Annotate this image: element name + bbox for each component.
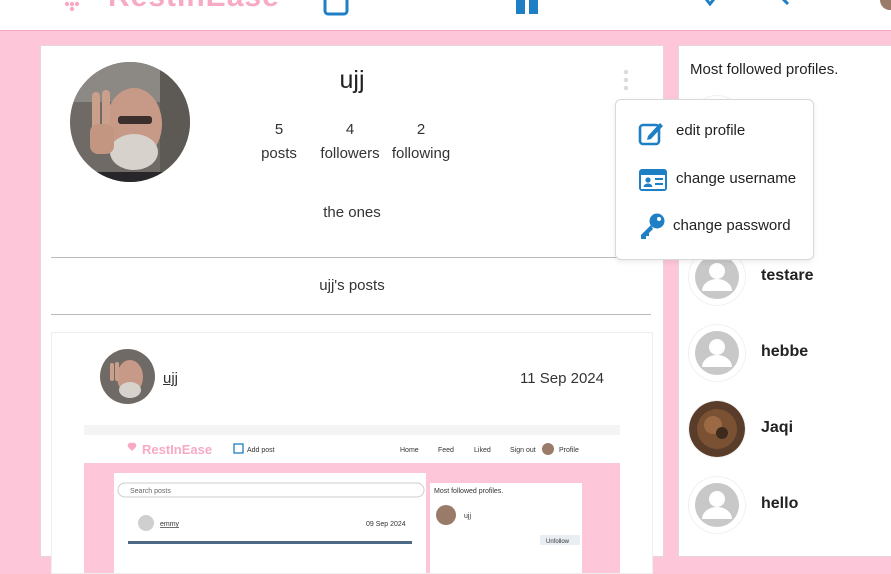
- menu-item-label: edit profile: [676, 122, 746, 139]
- shot-search: Search posts: [130, 488, 171, 495]
- post-card[interactable]: ujj 11 Sep 2024 RestInEase Add post Home…: [51, 332, 653, 574]
- key-icon: [641, 213, 665, 239]
- posts-heading: ujj's posts: [319, 277, 385, 294]
- shot-nav-profile: Profile: [559, 447, 579, 454]
- profile-username: ujj: [339, 66, 365, 94]
- sidebar-profile-name[interactable]: hebbe: [761, 343, 808, 361]
- stat-followers: 4 followers: [310, 118, 390, 166]
- stat-following-label: following: [391, 145, 451, 162]
- sidebar-title: Most followed profiles.: [690, 61, 839, 78]
- shot-side-title: Most followed profiles.: [434, 488, 503, 495]
- shot-post-date: 09 Sep 2024: [366, 521, 406, 528]
- add-post-icon[interactable]: [323, 0, 349, 16]
- sidebar-profile-name[interactable]: hello: [761, 495, 798, 513]
- shot-nav-home: Home: [400, 447, 419, 454]
- avatar[interactable]: [689, 325, 745, 381]
- menu-item-label: change password: [673, 217, 791, 234]
- shot-add-post: Add post: [247, 447, 275, 454]
- stat-posts: 5 posts: [239, 118, 319, 166]
- dragon-avatar-icon: [689, 401, 745, 457]
- heart-logo-icon: [64, 1, 80, 12]
- feed-icon[interactable]: [513, 0, 541, 16]
- avatar[interactable]: [689, 401, 745, 457]
- navbar: RestInEase: [0, 0, 891, 31]
- post-date: 11 Sep 2024: [520, 370, 604, 387]
- sidebar-profile-name[interactable]: Jaqi: [761, 419, 793, 437]
- shot-post-owner: emmy: [160, 521, 180, 528]
- sign-out-icon[interactable]: [778, 0, 798, 14]
- post-owner-link[interactable]: ujj: [163, 370, 178, 387]
- shot-brand: RestInEase: [142, 442, 212, 457]
- profile-options-menu: edit profile change username change pass…: [615, 99, 814, 260]
- stat-followers-label: followers: [320, 145, 380, 162]
- profile-card: ujj 5 posts 4 followers 2 following the …: [40, 45, 664, 574]
- liked-icon[interactable]: [700, 0, 720, 14]
- post-owner-avatar[interactable]: [100, 349, 155, 404]
- shot-nav-feed: Feed: [438, 447, 454, 454]
- user-photo-icon: [100, 349, 155, 404]
- edit-icon: [638, 123, 663, 146]
- shot-nav-signout: Sign out: [510, 447, 536, 454]
- stat-posts-value: 5: [274, 121, 284, 138]
- shot-unfollow: Unfollow: [546, 539, 570, 545]
- id-card-icon: [639, 169, 667, 191]
- stat-followers-value: 4: [345, 121, 355, 138]
- post-screenshot: RestInEase Add post Home Feed Liked Sign…: [84, 425, 620, 573]
- stat-following-value: 2: [416, 121, 426, 138]
- shot-nav-liked: Liked: [474, 447, 491, 454]
- divider: [51, 257, 651, 258]
- default-avatar-icon: [695, 331, 739, 375]
- shot-side-user: ujj: [464, 513, 471, 520]
- post-image[interactable]: RestInEase Add post Home Feed Liked Sign…: [84, 425, 620, 573]
- sidebar-profile-jaqi[interactable]: Jaqi: [689, 401, 891, 459]
- avatar[interactable]: [689, 477, 745, 533]
- profile-avatar-icon[interactable]: [880, 0, 891, 14]
- stat-following: 2 following: [381, 118, 461, 166]
- sidebar-profile-name[interactable]: testare: [761, 267, 813, 285]
- kebab-menu-icon[interactable]: [622, 68, 630, 92]
- sidebar-profile-hebbe[interactable]: hebbe: [689, 325, 891, 383]
- brand-logo[interactable]: RestInEase: [60, 0, 279, 14]
- profile-bio: the ones: [323, 204, 381, 221]
- stat-posts-label: posts: [261, 145, 297, 162]
- sidebar-profile-hello[interactable]: hello: [689, 477, 891, 535]
- menu-item-label: change username: [676, 170, 797, 187]
- default-avatar-icon: [695, 483, 739, 527]
- brand-name: RestInEase: [108, 0, 280, 14]
- divider: [51, 314, 651, 315]
